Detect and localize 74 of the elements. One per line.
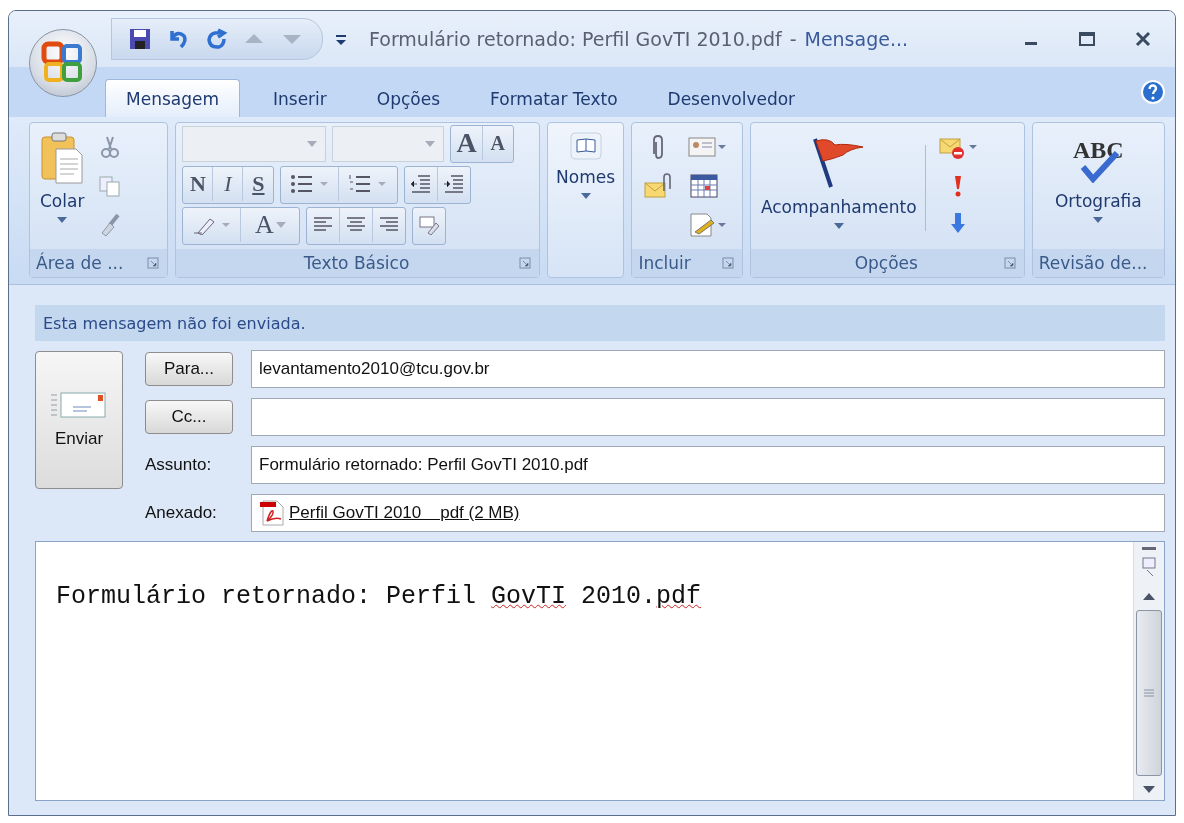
dropdown-arrow-icon[interactable] <box>57 217 68 223</box>
body-text: Formulário retornado: Perfil GovTI 2010.pdf <box>56 582 703 613</box>
grow-font-button[interactable]: A <box>451 126 483 160</box>
align-icon <box>312 216 335 234</box>
eraser-icon <box>418 215 441 235</box>
launcher-icon[interactable] <box>721 257 734 269</box>
font-color-button[interactable]: A <box>241 208 300 242</box>
signature-icon[interactable] <box>687 211 728 238</box>
maximize-icon[interactable] <box>1077 29 1097 49</box>
help-icon[interactable] <box>1141 80 1165 104</box>
to-button[interactable]: Para... <box>145 352 233 386</box>
align-icon <box>345 216 368 234</box>
dropdown-arrow-icon[interactable] <box>580 193 591 199</box>
follow-up-button[interactable]: Acompanhamento <box>756 127 921 245</box>
bold-button[interactable]: N <box>183 167 214 201</box>
grip-icon <box>1144 689 1154 697</box>
address-book-icon <box>568 131 603 161</box>
pdf-file-icon <box>259 499 285 527</box>
font-field[interactable] <box>182 126 327 162</box>
mail-block-icon[interactable] <box>937 137 978 162</box>
attach-item-icon[interactable] <box>643 173 674 199</box>
shrink-font-button[interactable]: A <box>482 126 513 160</box>
customize-icon[interactable] <box>335 32 347 46</box>
group-label: Incluir <box>638 253 691 273</box>
dropdown-arrow-icon[interactable] <box>425 141 436 147</box>
outdent-icon <box>410 174 433 194</box>
group-label: Revisão de... <box>1038 253 1148 273</box>
envelope-icon <box>49 391 109 419</box>
ribbon-tab[interactable]: Desenvolvedor <box>648 80 815 117</box>
underline-button[interactable]: S <box>243 167 274 201</box>
close-icon[interactable] <box>1133 29 1153 49</box>
low-importance-icon[interactable] <box>949 210 966 235</box>
numbered-list-icon <box>348 174 389 194</box>
title-separator: - <box>789 28 797 50</box>
spelling-button[interactable]: ABC Ortografia <box>1038 127 1158 245</box>
clipboard-icon <box>40 131 85 185</box>
cc-button[interactable]: Cc... <box>145 400 233 434</box>
group-label: Área de ... <box>36 253 124 273</box>
to-field[interactable]: levantamento2010@tcu.gov.br <box>251 350 1165 388</box>
info-text: Esta mensagem não foi enviada. <box>43 313 306 333</box>
names-button[interactable]: Nomes <box>547 123 624 277</box>
italic-button[interactable]: I <box>213 167 244 201</box>
paste-button[interactable]: Colar <box>36 127 89 245</box>
save-icon[interactable] <box>128 27 152 51</box>
scroll-thumb[interactable] <box>1136 610 1162 776</box>
group-label: Opções <box>854 253 918 273</box>
attachment-field[interactable]: Perfil GovTI 2010 pdf (2 MB) <box>251 494 1165 532</box>
attachment-link[interactable]: Perfil GovTI 2010 pdf (2 MB) <box>289 503 520 523</box>
dropdown-arrow-icon[interactable] <box>1093 217 1104 223</box>
send-button[interactable]: Enviar <box>35 351 123 489</box>
scrollbar[interactable] <box>1133 542 1164 800</box>
ribbon-tab[interactable]: Opções <box>357 80 460 117</box>
launcher-icon[interactable] <box>518 257 531 269</box>
subject-field[interactable]: Formulário retornado: Perfil GovTI 2010.pdf <box>251 446 1165 484</box>
ribbon-tab[interactable]: Formatar Texto <box>471 80 637 117</box>
attached-label: Anexado: <box>145 503 218 523</box>
window-title: Formulário retornado: Perfil GovTI 2010.pdf <box>369 28 782 50</box>
message-body[interactable]: Formulário retornado: Perfil GovTI 2010.pdf <box>35 541 1165 801</box>
cc-field[interactable] <box>251 398 1165 436</box>
redo-icon[interactable] <box>204 27 228 51</box>
app-name: Mensage... <box>804 28 909 50</box>
indent-icon <box>443 174 466 194</box>
group-label: Texto Básico <box>303 253 410 273</box>
subject-label: Assunto: <box>145 455 213 475</box>
bullet-list-icon <box>289 174 330 194</box>
launcher-icon[interactable] <box>147 257 160 269</box>
dropdown-arrow-icon[interactable] <box>307 141 318 147</box>
ribbon-tab[interactable]: Inserir <box>254 80 346 117</box>
dropdown-arrow-icon[interactable] <box>833 223 844 229</box>
dropdown-arrow-icon <box>275 222 286 228</box>
align-icon <box>378 216 401 234</box>
font-size-field[interactable] <box>332 126 445 162</box>
launcher-icon[interactable] <box>1003 257 1016 269</box>
ribbon-tab[interactable]: Mensagem <box>105 79 240 117</box>
